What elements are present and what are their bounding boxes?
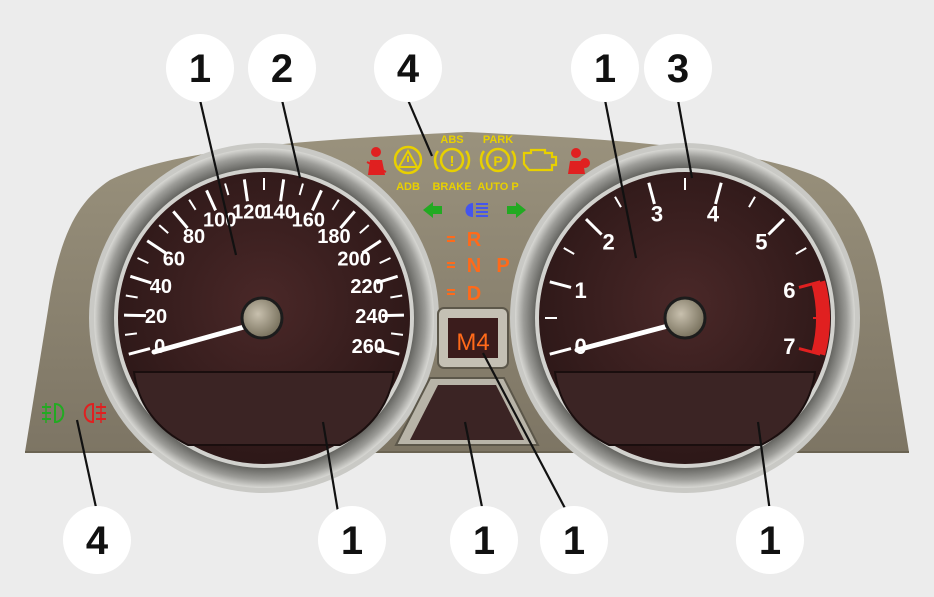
speedo-tick-label: 80: [183, 226, 205, 248]
speedo-tick-label: 260: [352, 336, 385, 358]
speedo-tick-label: 180: [317, 226, 350, 248]
gear-n: N: [467, 255, 481, 277]
svg-text:1: 1: [563, 519, 585, 563]
gear-d: D: [467, 283, 481, 305]
callout-4-bottom: 4: [63, 506, 131, 574]
tach-redline-zone: [811, 280, 830, 356]
adb-label: ADB: [396, 181, 420, 193]
svg-text:1: 1: [594, 47, 616, 91]
speedo-lower-display: [132, 371, 396, 446]
gear-p: P: [496, 255, 509, 277]
callout-3: 3: [644, 34, 712, 102]
callout-2: 2: [248, 34, 316, 102]
svg-text:1: 1: [759, 519, 781, 563]
svg-text:3: 3: [667, 47, 689, 91]
speedo-tick-label: 200: [337, 249, 370, 271]
speedometer: 020406080100120140160180200220240260: [89, 143, 439, 493]
tachometer: 0123 4567: [510, 143, 860, 493]
auto-p-label: AUTO P: [477, 181, 518, 193]
svg-text:1: 1: [189, 47, 211, 91]
tach-tick-label: 2: [603, 230, 615, 255]
tach-tick-label: 6: [783, 278, 795, 303]
callout-1-tach: 1: [571, 34, 639, 102]
tach-tick-label: 1: [575, 278, 587, 303]
park-label: PARK: [483, 134, 513, 146]
gear-display-text: M4: [456, 329, 489, 356]
callout-1-tach-display: 1: [736, 506, 804, 574]
callout-1-center-display: 1: [450, 506, 518, 574]
tach-tick-label: 4: [707, 202, 720, 227]
svg-text:4: 4: [397, 47, 420, 91]
instrument-cluster-diagram: 020406080100120140160180200220240260 012…: [25, 34, 909, 574]
callout-1-speedo: 1: [166, 34, 234, 102]
svg-text:4: 4: [86, 519, 109, 563]
speedo-hub: [240, 296, 284, 340]
callout-1-gear-display: 1: [540, 506, 608, 574]
callout-4-top: 4: [374, 34, 442, 102]
svg-text:2: 2: [271, 47, 293, 91]
svg-text:P: P: [493, 153, 502, 169]
speedo-tick-label: 120: [232, 201, 265, 223]
speedo-tick-label: 60: [163, 249, 185, 271]
speedo-tick-label: 40: [150, 276, 172, 298]
svg-text:1: 1: [473, 519, 495, 563]
speedo-tick-label: 240: [355, 306, 388, 328]
speedo-tick-label: 220: [350, 276, 383, 298]
brake-label: BRAKE: [432, 181, 471, 193]
speedo-tick-label: 20: [145, 306, 167, 328]
tach-hub: [663, 296, 707, 340]
abs-label: ABS: [440, 134, 463, 146]
tach-tick-label: 5: [755, 230, 767, 255]
callout-1-speedo-display: 1: [318, 506, 386, 574]
tach-lower-display: [553, 371, 817, 446]
svg-text:1: 1: [341, 519, 363, 563]
svg-text:!: !: [450, 153, 455, 170]
tach-tick-label: 7: [783, 334, 795, 359]
gear-r: R: [467, 229, 482, 251]
tach-tick-label: 3: [651, 202, 663, 227]
